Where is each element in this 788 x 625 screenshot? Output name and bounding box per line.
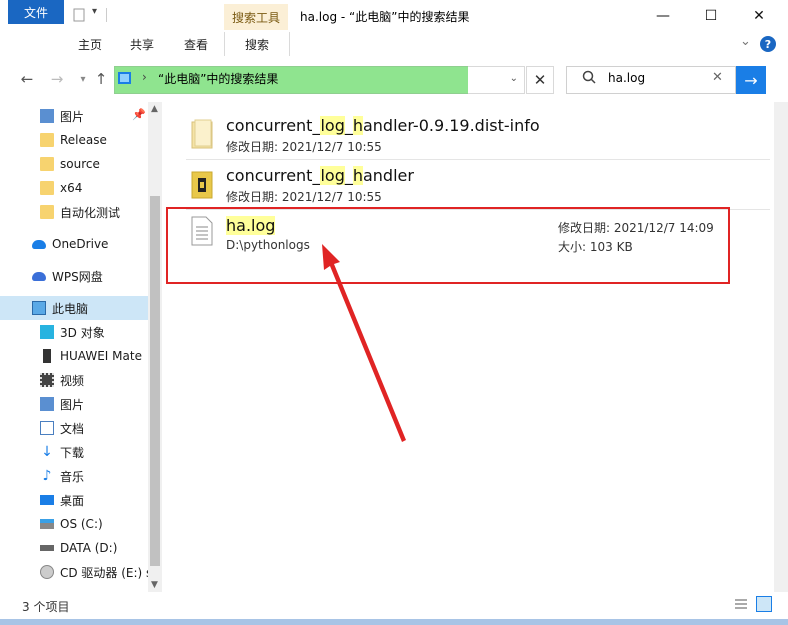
search-input[interactable]: ha.log <box>608 71 645 85</box>
row-divider <box>186 159 770 160</box>
quick-access-dropdown-icon[interactable]: ▾ <box>92 6 97 17</box>
tab-home[interactable]: 主页 <box>68 32 112 56</box>
folder-icon <box>40 205 54 219</box>
nav-item-release[interactable]: Release <box>0 128 148 152</box>
nav-item-drive-c[interactable]: OS (C:) <box>0 512 148 536</box>
search-clear-button[interactable]: ✕ <box>712 70 723 85</box>
python-folder-icon <box>190 168 214 203</box>
nav-item-pictures[interactable]: 图片 <box>0 392 148 416</box>
result-date: 修改日期: 2021/12/7 10:55 <box>226 140 382 154</box>
nav-item-videos[interactable]: 视频 <box>0 368 148 392</box>
drive-icon <box>40 545 54 551</box>
computer-icon <box>32 301 46 315</box>
minimize-button[interactable]: — <box>640 0 686 32</box>
nav-item-pictures-quick[interactable]: 图片 <box>0 104 148 128</box>
cd-drive-icon <box>40 565 54 579</box>
nav-item-automation-test[interactable]: 自动化测试 <box>0 200 148 224</box>
nav-item-wps-cloud[interactable]: WPS网盘 <box>0 264 148 288</box>
nav-item-onedrive[interactable]: OneDrive <box>0 232 148 256</box>
3d-objects-icon <box>40 325 54 339</box>
result-name[interactable]: concurrent_log_handler-0.9.19.dist-info <box>226 116 540 135</box>
desktop-icon <box>40 495 54 505</box>
os-drive-icon <box>40 519 54 529</box>
nav-item-drive-d[interactable]: DATA (D:) <box>0 536 148 560</box>
nav-scrollbar-thumb[interactable] <box>150 196 160 566</box>
search-icon <box>582 70 596 87</box>
folder-zip-icon <box>190 118 214 153</box>
download-arrow-icon: ↓ <box>41 444 53 460</box>
result-date: 修改日期: 2021/12/7 10:55 <box>226 190 382 204</box>
divider <box>106 8 107 22</box>
details-view-icon[interactable] <box>734 598 748 613</box>
maximize-button[interactable]: ☐ <box>688 0 734 32</box>
folder-icon <box>40 181 54 195</box>
search-location-icon <box>118 71 132 88</box>
nav-item-3d-objects[interactable]: 3D 对象 <box>0 320 148 344</box>
taskbar-strip <box>0 619 788 625</box>
annotation-highlight-box <box>166 207 730 284</box>
pictures-icon <box>40 397 54 411</box>
pictures-icon <box>40 109 54 123</box>
new-folder-icon[interactable] <box>72 8 86 22</box>
stop-search-button[interactable]: ✕ <box>526 66 554 94</box>
back-button[interactable]: ← <box>16 68 38 90</box>
video-icon <box>40 373 54 387</box>
result-name[interactable]: concurrent_log_handler <box>226 166 414 185</box>
breadcrumb-separator: › <box>142 70 147 84</box>
ribbon-tab-bar <box>0 32 788 57</box>
search-tools-context-label: 搜索工具 <box>224 4 288 30</box>
onedrive-cloud-icon <box>32 239 46 249</box>
nav-item-x64[interactable]: x64 <box>0 176 148 200</box>
window-title: ha.log - “此电脑”中的搜索结果 <box>300 10 470 24</box>
forward-button[interactable]: → <box>46 68 68 90</box>
document-icon <box>40 421 54 435</box>
wps-cloud-icon <box>32 271 46 281</box>
status-bar <box>0 592 788 620</box>
chevron-down-icon: ⌄ <box>509 73 518 84</box>
tab-share[interactable]: 共享 <box>120 32 164 56</box>
annotation-arrow <box>322 244 406 442</box>
ribbon-collapse-icon[interactable]: ⌄ <box>740 34 751 49</box>
nav-item-source[interactable]: source <box>0 152 148 176</box>
results-scrollbar[interactable] <box>774 102 788 592</box>
phone-icon <box>43 349 51 363</box>
nav-item-huawei-mate[interactable]: HUAWEI Mate <box>0 344 148 368</box>
address-history-dropdown[interactable]: ⌄ <box>468 66 525 94</box>
address-path[interactable]: “此电脑”中的搜索结果 <box>158 70 278 87</box>
tab-view[interactable]: 查看 <box>174 32 218 56</box>
folder-icon <box>40 157 54 171</box>
scroll-down-icon[interactable]: ▼ <box>151 580 158 590</box>
item-count: 3 个项目 <box>22 600 70 614</box>
nav-item-cd-drive[interactable]: CD 驱动器 (E:) s <box>0 560 148 584</box>
nav-item-this-pc[interactable]: 此电脑 <box>0 296 148 320</box>
help-icon[interactable]: ? <box>760 36 776 52</box>
nav-item-downloads[interactable]: ↓ 下载 <box>0 440 148 464</box>
music-note-icon: ♪ <box>42 468 52 484</box>
folder-icon <box>40 133 54 147</box>
close-button[interactable]: ✕ <box>736 0 782 32</box>
content-view-icon[interactable] <box>756 596 772 612</box>
nav-item-documents[interactable]: 文档 <box>0 416 148 440</box>
up-button[interactable]: ↑ <box>90 68 112 90</box>
search-go-button[interactable]: → <box>736 66 766 94</box>
tab-file[interactable]: 文件 <box>8 0 64 24</box>
scroll-up-icon[interactable]: ▲ <box>151 104 158 114</box>
nav-item-music[interactable]: ♪ 音乐 <box>0 464 148 488</box>
tab-search[interactable]: 搜索 <box>224 32 290 57</box>
nav-item-desktop[interactable]: 桌面 <box>0 488 148 512</box>
pin-icon[interactable]: 📌 <box>132 108 146 121</box>
